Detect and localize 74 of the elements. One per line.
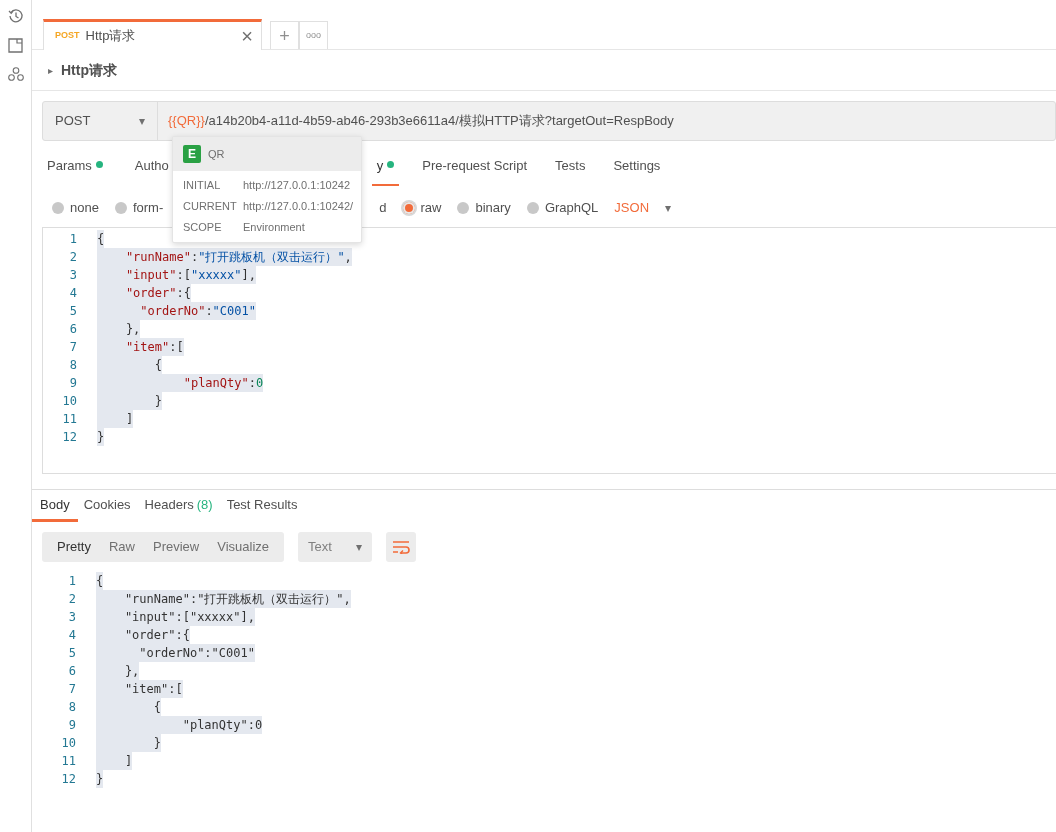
request-tab[interactable]: POST Http请求 × [43, 19, 262, 50]
option-tab[interactable]: Pre-request Script [417, 156, 533, 186]
line-number: 5 [68, 303, 77, 320]
response-tab[interactable]: Headers (8) [136, 490, 221, 522]
radio-label[interactable]: GraphQL [544, 198, 599, 218]
line-number: 10 [60, 735, 76, 752]
radio-label[interactable]: raw [420, 198, 442, 218]
radio-label[interactable]: binary [475, 198, 511, 218]
method-label: POST [55, 29, 80, 43]
tab-title: Http请求 [85, 27, 136, 46]
environment-badge: E [183, 145, 201, 163]
line-number: 2 [67, 591, 76, 608]
option-tab[interactable]: Tests [550, 156, 591, 186]
radio-button[interactable] [526, 202, 539, 214]
collection-icon[interactable] [8, 38, 23, 53]
field-value: http://127.0.0.1:10242/ [243, 199, 354, 215]
option-tab[interactable]: Settings [608, 156, 666, 186]
line-number: 8 [68, 357, 77, 374]
close-button[interactable]: × [239, 26, 255, 46]
option-tab[interactable]: Autho [129, 156, 174, 186]
line-number: 7 [67, 681, 76, 698]
line-number: 4 [67, 627, 76, 644]
line-number: 8 [67, 699, 76, 716]
format-select[interactable]: JSON ▾ [614, 198, 672, 218]
radio-button[interactable] [402, 202, 415, 214]
radio-button[interactable] [114, 202, 127, 214]
line-number: 3 [68, 267, 77, 284]
line-number: 11 [61, 411, 77, 428]
view-mode-button[interactable]: Raw [99, 532, 144, 562]
field-label: CURRENT [183, 199, 238, 215]
line-number: 2 [68, 249, 77, 266]
option-tab[interactable]: y [371, 156, 400, 186]
wrap-button[interactable] [386, 532, 417, 562]
radio-label[interactable]: d [379, 198, 387, 218]
option-tab[interactable]: Params [42, 156, 108, 186]
line-number: 12 [61, 429, 77, 446]
line-number: 7 [68, 339, 77, 356]
line-number: 5 [67, 645, 76, 662]
history-icon[interactable] [7, 8, 24, 24]
view-mode-button[interactable]: Visualize [208, 532, 279, 562]
line-number: 10 [61, 393, 77, 410]
circles-icon[interactable] [7, 67, 24, 81]
line-number: 9 [67, 717, 76, 734]
line-number: 1 [67, 573, 76, 590]
radio-button[interactable] [52, 202, 64, 214]
caret-icon: ▾ [665, 199, 672, 217]
radio-label[interactable]: form- [132, 198, 164, 218]
line-number: 1 [68, 231, 77, 248]
variable-name: QR [208, 146, 225, 162]
field-label: INITIAL [183, 178, 222, 194]
radio-label[interactable]: none [70, 198, 99, 218]
response-tab[interactable]: Test Results [218, 490, 306, 522]
method-label: POST [55, 112, 91, 131]
line-number: 9 [68, 375, 77, 392]
field-value: http://127.0.0.1:10242 [243, 178, 351, 194]
line-number: 12 [60, 771, 76, 788]
line-number: 4 [68, 285, 77, 302]
response-tab[interactable]: Cookies [75, 490, 139, 522]
view-mode-button[interactable]: Preview [144, 532, 209, 562]
url-field[interactable]: {{QR}}/a14b20b4-a11d-4b59-ab46-293b3e6611a4/模拟HTTP请求?targetOut=RespBody [158, 102, 1055, 140]
caret-icon: ▾ [356, 538, 363, 556]
format-select[interactable]: Text ▾ [298, 532, 373, 562]
response-tab[interactable]: Body [32, 490, 78, 522]
view-mode-button[interactable]: Pretty [48, 532, 100, 562]
method-select[interactable]: POST ▾ [43, 102, 158, 140]
line-number: 6 [67, 663, 76, 680]
line-number: 3 [67, 609, 76, 626]
wrap-icon [392, 540, 411, 554]
caret-icon: ▾ [139, 112, 145, 130]
expand-toggle[interactable]: ▸ [48, 62, 53, 78]
request-title: Http请求 [61, 60, 117, 80]
line-number: 11 [60, 753, 76, 770]
line-number: 6 [68, 321, 77, 338]
radio-button[interactable] [457, 202, 470, 214]
